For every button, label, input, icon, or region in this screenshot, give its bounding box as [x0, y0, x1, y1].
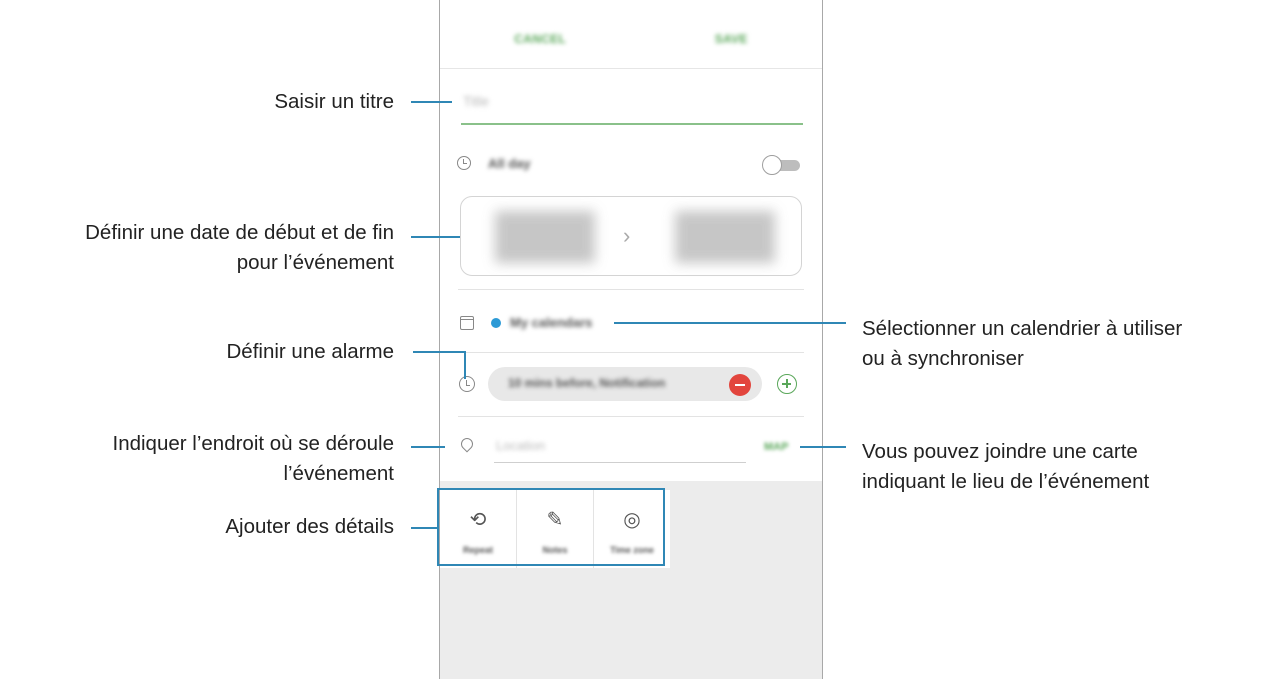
callout-map-text-2: indiquant le lieu de l’événement	[862, 470, 1150, 493]
callout-location: Indiquer l’endroit où se déroule l’événe…	[113, 429, 395, 489]
action-bar: CANCEL SAVE	[440, 10, 822, 69]
callout-date: Définir une date de début et de fin pour…	[85, 218, 394, 278]
chevron-right-icon: ›	[623, 223, 631, 248]
title-placeholder: Title	[463, 93, 489, 109]
date-time-selector[interactable]: ›	[460, 196, 802, 276]
save-button[interactable]: SAVE	[715, 32, 748, 46]
divider	[458, 416, 804, 417]
callout-line	[413, 351, 466, 379]
callout-title: Saisir un titre	[274, 87, 394, 117]
callout-calendar-text-1: Sélectionner un calendrier à utiliser	[862, 317, 1183, 340]
callout-details: Ajouter des détails	[225, 512, 394, 542]
divider	[458, 352, 804, 353]
toggle-knob	[762, 155, 782, 175]
remove-alarm-icon[interactable]	[729, 374, 751, 396]
callout-location-text-1: Indiquer l’endroit où se déroule	[112, 432, 395, 455]
location-row: Location MAP	[440, 428, 822, 468]
calendar-label: My calendars	[510, 315, 593, 330]
callout-date-text-2: pour l’événement	[236, 251, 394, 274]
callout-alarm-text: Définir une alarme	[226, 340, 395, 363]
callout-map-text-1: Vous pouvez joindre une carte	[862, 440, 1138, 463]
start-time-value[interactable]	[495, 211, 595, 263]
callout-details-text: Ajouter des détails	[225, 515, 394, 538]
callout-line	[800, 446, 846, 448]
alarm-value: 10 mins before, Notification	[508, 376, 666, 390]
callout-location-text-2: l’événement	[283, 462, 394, 485]
map-button[interactable]: MAP	[764, 441, 788, 453]
callout-line	[411, 527, 438, 529]
title-input[interactable]: Title	[461, 87, 803, 125]
all-day-toggle[interactable]	[762, 154, 802, 176]
callout-line	[411, 446, 445, 448]
all-day-label: All day	[488, 156, 531, 171]
callout-alarm: Définir une alarme	[227, 337, 395, 367]
callout-title-text: Saisir un titre	[274, 90, 394, 113]
alarm-pill[interactable]: 10 mins before, Notification	[488, 367, 762, 401]
alarm-row: 10 mins before, Notification	[440, 364, 822, 404]
callout-map: Vous pouvez joindre une carte indiquant …	[862, 437, 1149, 497]
location-input[interactable]: Location	[494, 434, 746, 463]
calendar-color-dot	[491, 318, 501, 328]
divider	[458, 289, 804, 290]
callout-calendar-text-2: ou à synchroniser	[862, 347, 1024, 370]
details-highlight	[437, 488, 665, 566]
end-time-value[interactable]	[675, 211, 775, 263]
add-alarm-icon[interactable]	[777, 374, 797, 394]
phone-screen: CANCEL SAVE Title All day › My calendars…	[439, 0, 823, 679]
callout-line	[411, 101, 452, 103]
clock-icon	[457, 156, 471, 170]
callout-line	[411, 236, 460, 238]
calendar-icon	[460, 316, 474, 330]
callout-calendar: Sélectionner un calendrier à utiliser ou…	[862, 314, 1182, 374]
all-day-row: All day	[440, 140, 822, 190]
callout-line	[614, 322, 846, 324]
cancel-button[interactable]: CANCEL	[514, 32, 566, 46]
location-placeholder: Location	[496, 438, 546, 453]
callout-date-text-1: Définir une date de début et de fin	[85, 221, 394, 244]
location-pin-icon	[458, 435, 476, 453]
